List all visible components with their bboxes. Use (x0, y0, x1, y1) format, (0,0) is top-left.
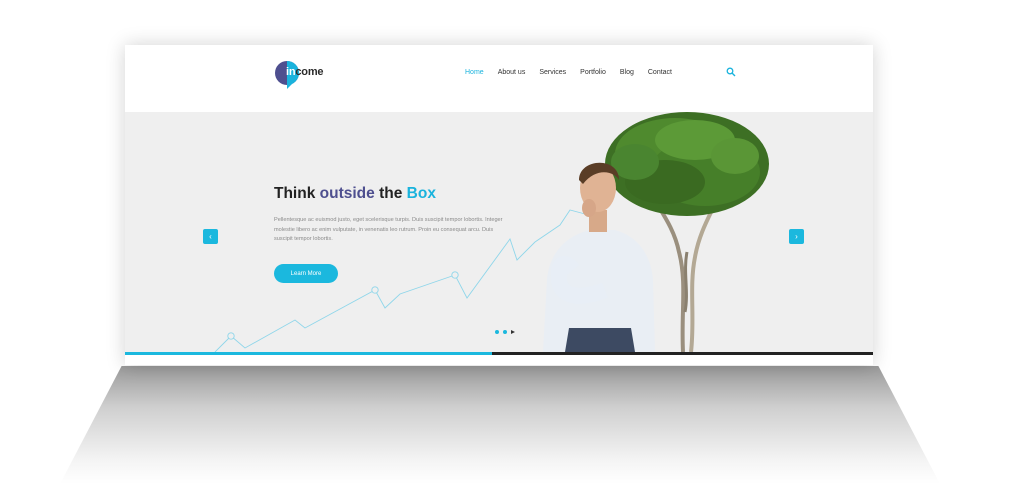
hero-headline: Think outside the Box (274, 185, 436, 203)
slider-pagination (495, 330, 515, 334)
logo-text: income (286, 66, 324, 78)
logo[interactable]: income (273, 59, 343, 89)
nav-item-portfolio[interactable]: Portfolio (580, 68, 606, 78)
learn-more-button[interactable]: Learn More (274, 264, 338, 283)
slide-progress-bar (125, 352, 873, 355)
headline-word-2: outside (319, 185, 375, 202)
chevron-left-icon: ‹ (209, 232, 212, 241)
search-icon[interactable] (726, 67, 736, 77)
website-preview: income Home About us Services Portfolio … (125, 45, 873, 365)
main-nav: Home About us Services Portfolio Blog Co… (465, 68, 686, 78)
prev-slide-button[interactable]: ‹ (203, 229, 218, 244)
hero-slider: Think outside the Box Pellentesque ac eu… (125, 112, 873, 352)
site-header: income Home About us Services Portfolio … (125, 45, 873, 112)
play-icon[interactable] (511, 330, 515, 334)
slide-progress-fill (125, 352, 492, 355)
logo-text-prefix: in (286, 66, 296, 78)
slider-dot-1[interactable] (495, 330, 499, 334)
nav-item-services[interactable]: Services (539, 68, 566, 78)
nav-item-contact[interactable]: Contact (648, 68, 672, 78)
nav-item-blog[interactable]: Blog (620, 68, 634, 78)
headline-word-1: Think (274, 185, 316, 202)
hero-description: Pellentesque ac euismod justo, eget scel… (274, 217, 503, 242)
headline-word-4: Box (406, 185, 436, 202)
headline-word-3: the (379, 185, 403, 202)
card-reflection (60, 366, 940, 484)
chevron-right-icon: › (795, 232, 798, 241)
logo-text-suffix: come (295, 66, 324, 78)
nav-item-about-us[interactable]: About us (498, 68, 526, 78)
slider-dot-2[interactable] (503, 330, 507, 334)
businessman-image (543, 162, 655, 352)
next-slide-button[interactable]: › (789, 229, 804, 244)
nav-item-home[interactable]: Home (465, 68, 484, 78)
